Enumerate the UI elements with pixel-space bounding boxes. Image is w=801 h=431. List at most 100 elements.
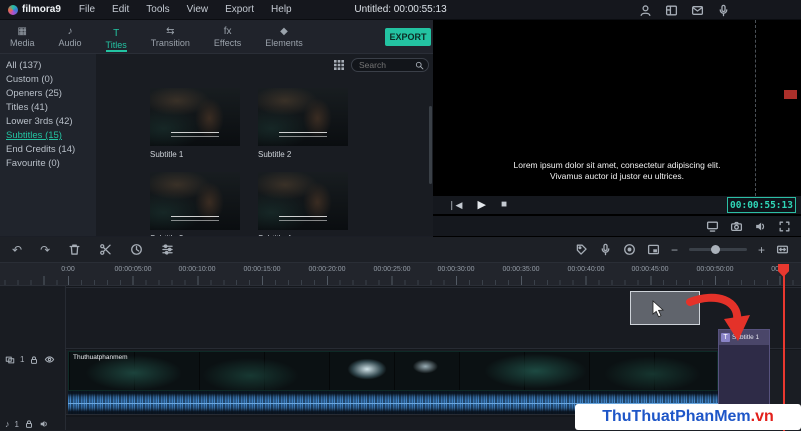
stop-icon[interactable]: ■ [501, 200, 507, 210]
search-icon[interactable] [415, 61, 424, 70]
watermark: ThuThuatPhanMem .vn [575, 404, 801, 430]
video-clip-label: Thuthuatphanmem [73, 354, 128, 361]
menu-help[interactable]: Help [271, 4, 292, 15]
category-all[interactable]: All (137) [6, 59, 96, 73]
detach-display-icon[interactable] [706, 220, 719, 233]
dragged-subtitle-clip[interactable] [630, 291, 700, 325]
title-thumbnail[interactable]: Subtitle 1 [150, 88, 240, 159]
marker-icon[interactable] [575, 243, 588, 256]
volume-icon[interactable] [754, 220, 767, 233]
category-favourite[interactable]: Favourite (0) [6, 157, 96, 171]
title-badge-icon: T [721, 333, 730, 342]
media-icon: ▦ [17, 25, 27, 37]
title-categories: All (137) Custom (0) Openers (25) Titles… [0, 54, 96, 236]
effects-icon: fx [223, 25, 232, 37]
snapshot-camera-icon[interactable] [730, 220, 743, 233]
timeline-ruler[interactable]: 0:00 00:00:05:00 00:00:10:00 00:00:15:00… [0, 263, 801, 286]
pip-icon[interactable] [647, 243, 660, 256]
microphone-icon[interactable] [717, 4, 730, 17]
red-marker [784, 90, 797, 99]
library-scrollbar[interactable] [429, 106, 432, 184]
elements-icon: ◆ [280, 25, 288, 37]
category-lower-3rds[interactable]: Lower 3rds (42) [6, 115, 96, 129]
titles-library: Subtitle 1 Subtitle 2 Subtitle 3 Subtitl… [96, 54, 433, 236]
lock-icon[interactable] [24, 419, 34, 429]
timeline-panel: ↶ ↷ − + 0:00 00:00:05:00 00:00:10:00 00:… [0, 237, 801, 431]
asset-panel: ▦ Media ♪ Audio T Titles ⇆ Transition fx… [0, 20, 433, 237]
zoom-in-icon[interactable]: + [758, 244, 765, 256]
subtitle-preview-image [258, 88, 348, 146]
title-thumbnail[interactable]: Subtitle 3 [150, 172, 240, 236]
delete-icon[interactable] [68, 243, 81, 256]
menu-file[interactable]: File [79, 4, 95, 15]
category-end-credits[interactable]: End Credits (14) [6, 143, 96, 157]
tab-transition[interactable]: ⇆ Transition [151, 26, 190, 48]
asset-tabbar: ▦ Media ♪ Audio T Titles ⇆ Transition fx… [0, 20, 433, 54]
timeline-toolbar: ↶ ↷ − + [0, 237, 801, 263]
audio-icon: ♪ [67, 25, 73, 37]
track-headers: 1 ♪ 1 [0, 286, 66, 430]
zoom-slider[interactable] [688, 245, 747, 254]
video-subtitle-text: Lorem ipsum dolor sit amet, consectetur … [513, 160, 721, 181]
tab-titles[interactable]: T Titles [105, 27, 127, 52]
title-thumbnail[interactable]: Subtitle 4 [258, 172, 348, 236]
fit-timeline-icon[interactable] [776, 243, 789, 256]
search-box [351, 58, 429, 72]
audio-note-icon: ♪ [5, 418, 10, 429]
video-track-header: 1 [5, 354, 55, 365]
subtitle-preview-image [258, 172, 348, 230]
search-input[interactable] [359, 60, 415, 70]
menubar: filmora9 File Edit Tools View Export Hel… [0, 0, 801, 20]
tab-effects[interactable]: fx Effects [214, 26, 241, 48]
titles-grid: Subtitle 1 Subtitle 2 Subtitle 3 Subtitl… [96, 78, 433, 236]
menu-edit[interactable]: Edit [112, 4, 129, 15]
preview-secondary-controls [433, 216, 801, 236]
record-icon[interactable] [623, 243, 636, 256]
lock-icon[interactable] [29, 355, 39, 365]
menu-view[interactable]: View [187, 4, 209, 15]
filmora-window: filmora9 File Edit Tools View Export Hel… [0, 0, 801, 431]
previous-frame-icon[interactable]: ❘◀ [448, 200, 462, 210]
category-openers[interactable]: Openers (25) [6, 87, 96, 101]
timecode-display: 00:00:55:13 [727, 197, 796, 213]
video-clip[interactable]: Thuthuatphanmem [68, 351, 718, 391]
category-custom[interactable]: Custom (0) [6, 73, 96, 87]
subtitle-preview-image [150, 88, 240, 146]
transition-icon: ⇆ [166, 25, 175, 37]
fullscreen-icon[interactable] [778, 220, 791, 233]
category-titles[interactable]: Titles (41) [6, 101, 96, 115]
speed-clock-icon[interactable] [130, 243, 143, 256]
filmora-logo-icon [8, 4, 18, 15]
title-thumbnail[interactable]: Subtitle 2 [258, 88, 348, 159]
voiceover-mic-icon[interactable] [599, 243, 612, 256]
mail-icon[interactable] [691, 4, 704, 17]
audio-track-header: ♪ 1 [5, 419, 49, 429]
split-scissors-icon[interactable] [99, 243, 112, 256]
subtitle-preview-image [150, 172, 240, 230]
redo-icon[interactable]: ↷ [40, 244, 50, 256]
tab-audio[interactable]: ♪ Audio [59, 26, 82, 48]
tab-elements[interactable]: ◆ Elements [265, 26, 303, 48]
menu-export[interactable]: Export [225, 4, 254, 15]
undo-icon[interactable]: ↶ [12, 244, 22, 256]
eye-icon[interactable] [44, 354, 55, 365]
app-logo-text: filmora9 [22, 4, 61, 15]
titles-icon: T [113, 27, 120, 39]
video-track-icon [5, 355, 15, 365]
category-subtitles[interactable]: Subtitles (15) [6, 129, 96, 143]
adjust-sliders-icon[interactable] [161, 243, 174, 256]
menu-tools[interactable]: Tools [146, 4, 169, 15]
subtitle-clip[interactable]: T Subtitle 1 [718, 329, 770, 414]
play-icon[interactable]: ▶ [477, 199, 485, 211]
speaker-icon[interactable] [39, 419, 49, 429]
export-button[interactable]: EXPORT [385, 28, 431, 46]
zoom-out-icon[interactable]: − [671, 244, 678, 256]
preview-panel: Lorem ipsum dolor sit amet, consectetur … [433, 20, 801, 237]
grid-view-icon[interactable] [333, 59, 345, 71]
layout-icon[interactable] [665, 4, 678, 17]
menubar-icons [639, 0, 730, 20]
preview-edge-strip [755, 20, 800, 196]
zoom-slider-handle[interactable] [710, 245, 720, 254]
account-icon[interactable] [639, 4, 652, 17]
tab-media[interactable]: ▦ Media [10, 26, 35, 48]
